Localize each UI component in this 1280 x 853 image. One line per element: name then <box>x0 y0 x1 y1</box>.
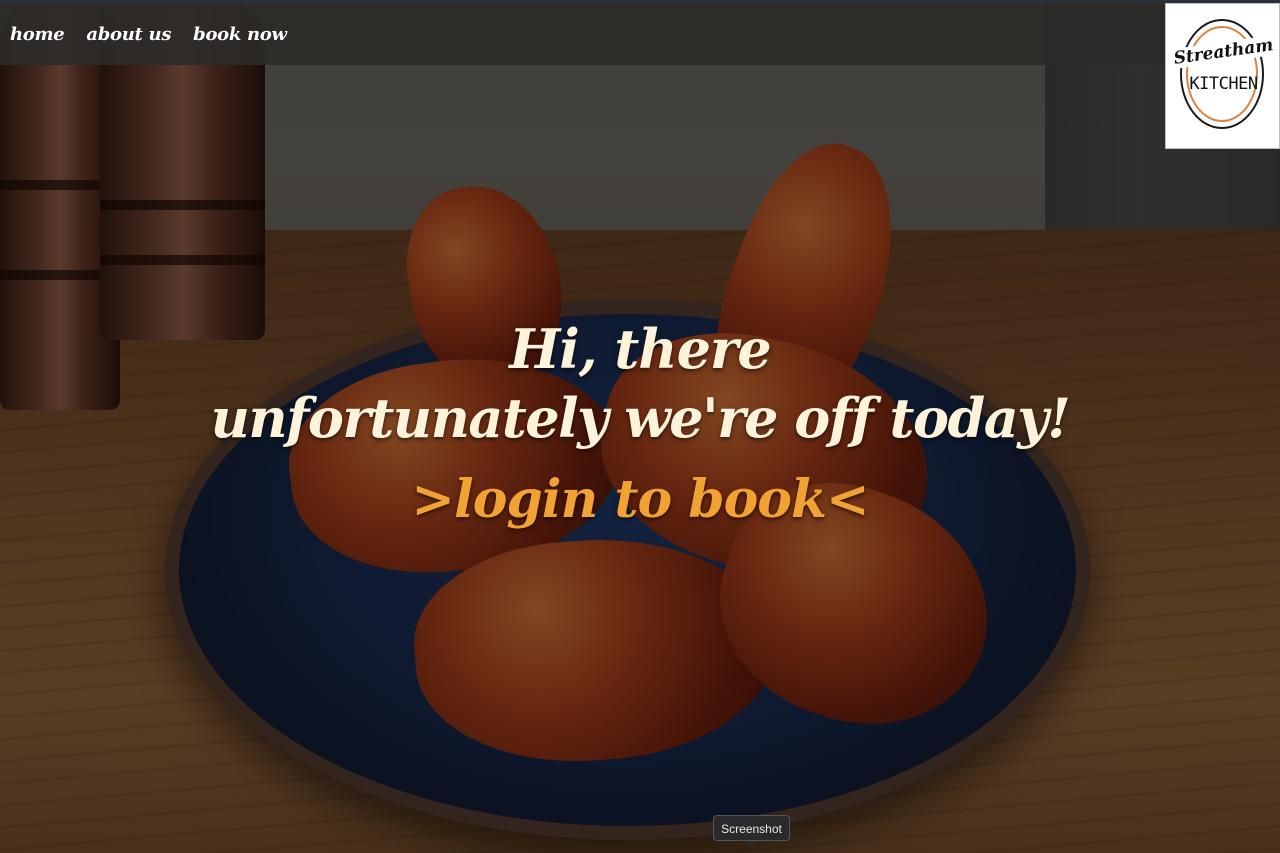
hero-message: unfortunately we're off today! <box>210 386 1071 450</box>
main-navigation: home about us book now <box>0 4 1165 65</box>
brand-logo[interactable]: Streatham KITCHEN <box>1165 3 1280 149</box>
hero-text-block: Hi, there unfortunately we're off today!… <box>0 310 1280 530</box>
hero-greeting: Hi, there <box>509 317 772 381</box>
login-to-book-link[interactable]: >login to book< <box>411 470 869 530</box>
nav-link-book-now[interactable]: book now <box>193 24 287 45</box>
nav-link-home[interactable]: home <box>10 24 65 45</box>
logo-block-text: KITCHEN <box>1189 74 1258 94</box>
page: home about us book now Streatham KITCHEN… <box>0 0 1280 853</box>
screenshot-tooltip: Screenshot <box>713 815 790 841</box>
nav-link-about-us[interactable]: about us <box>86 24 171 45</box>
tooltip-tail <box>745 841 757 847</box>
